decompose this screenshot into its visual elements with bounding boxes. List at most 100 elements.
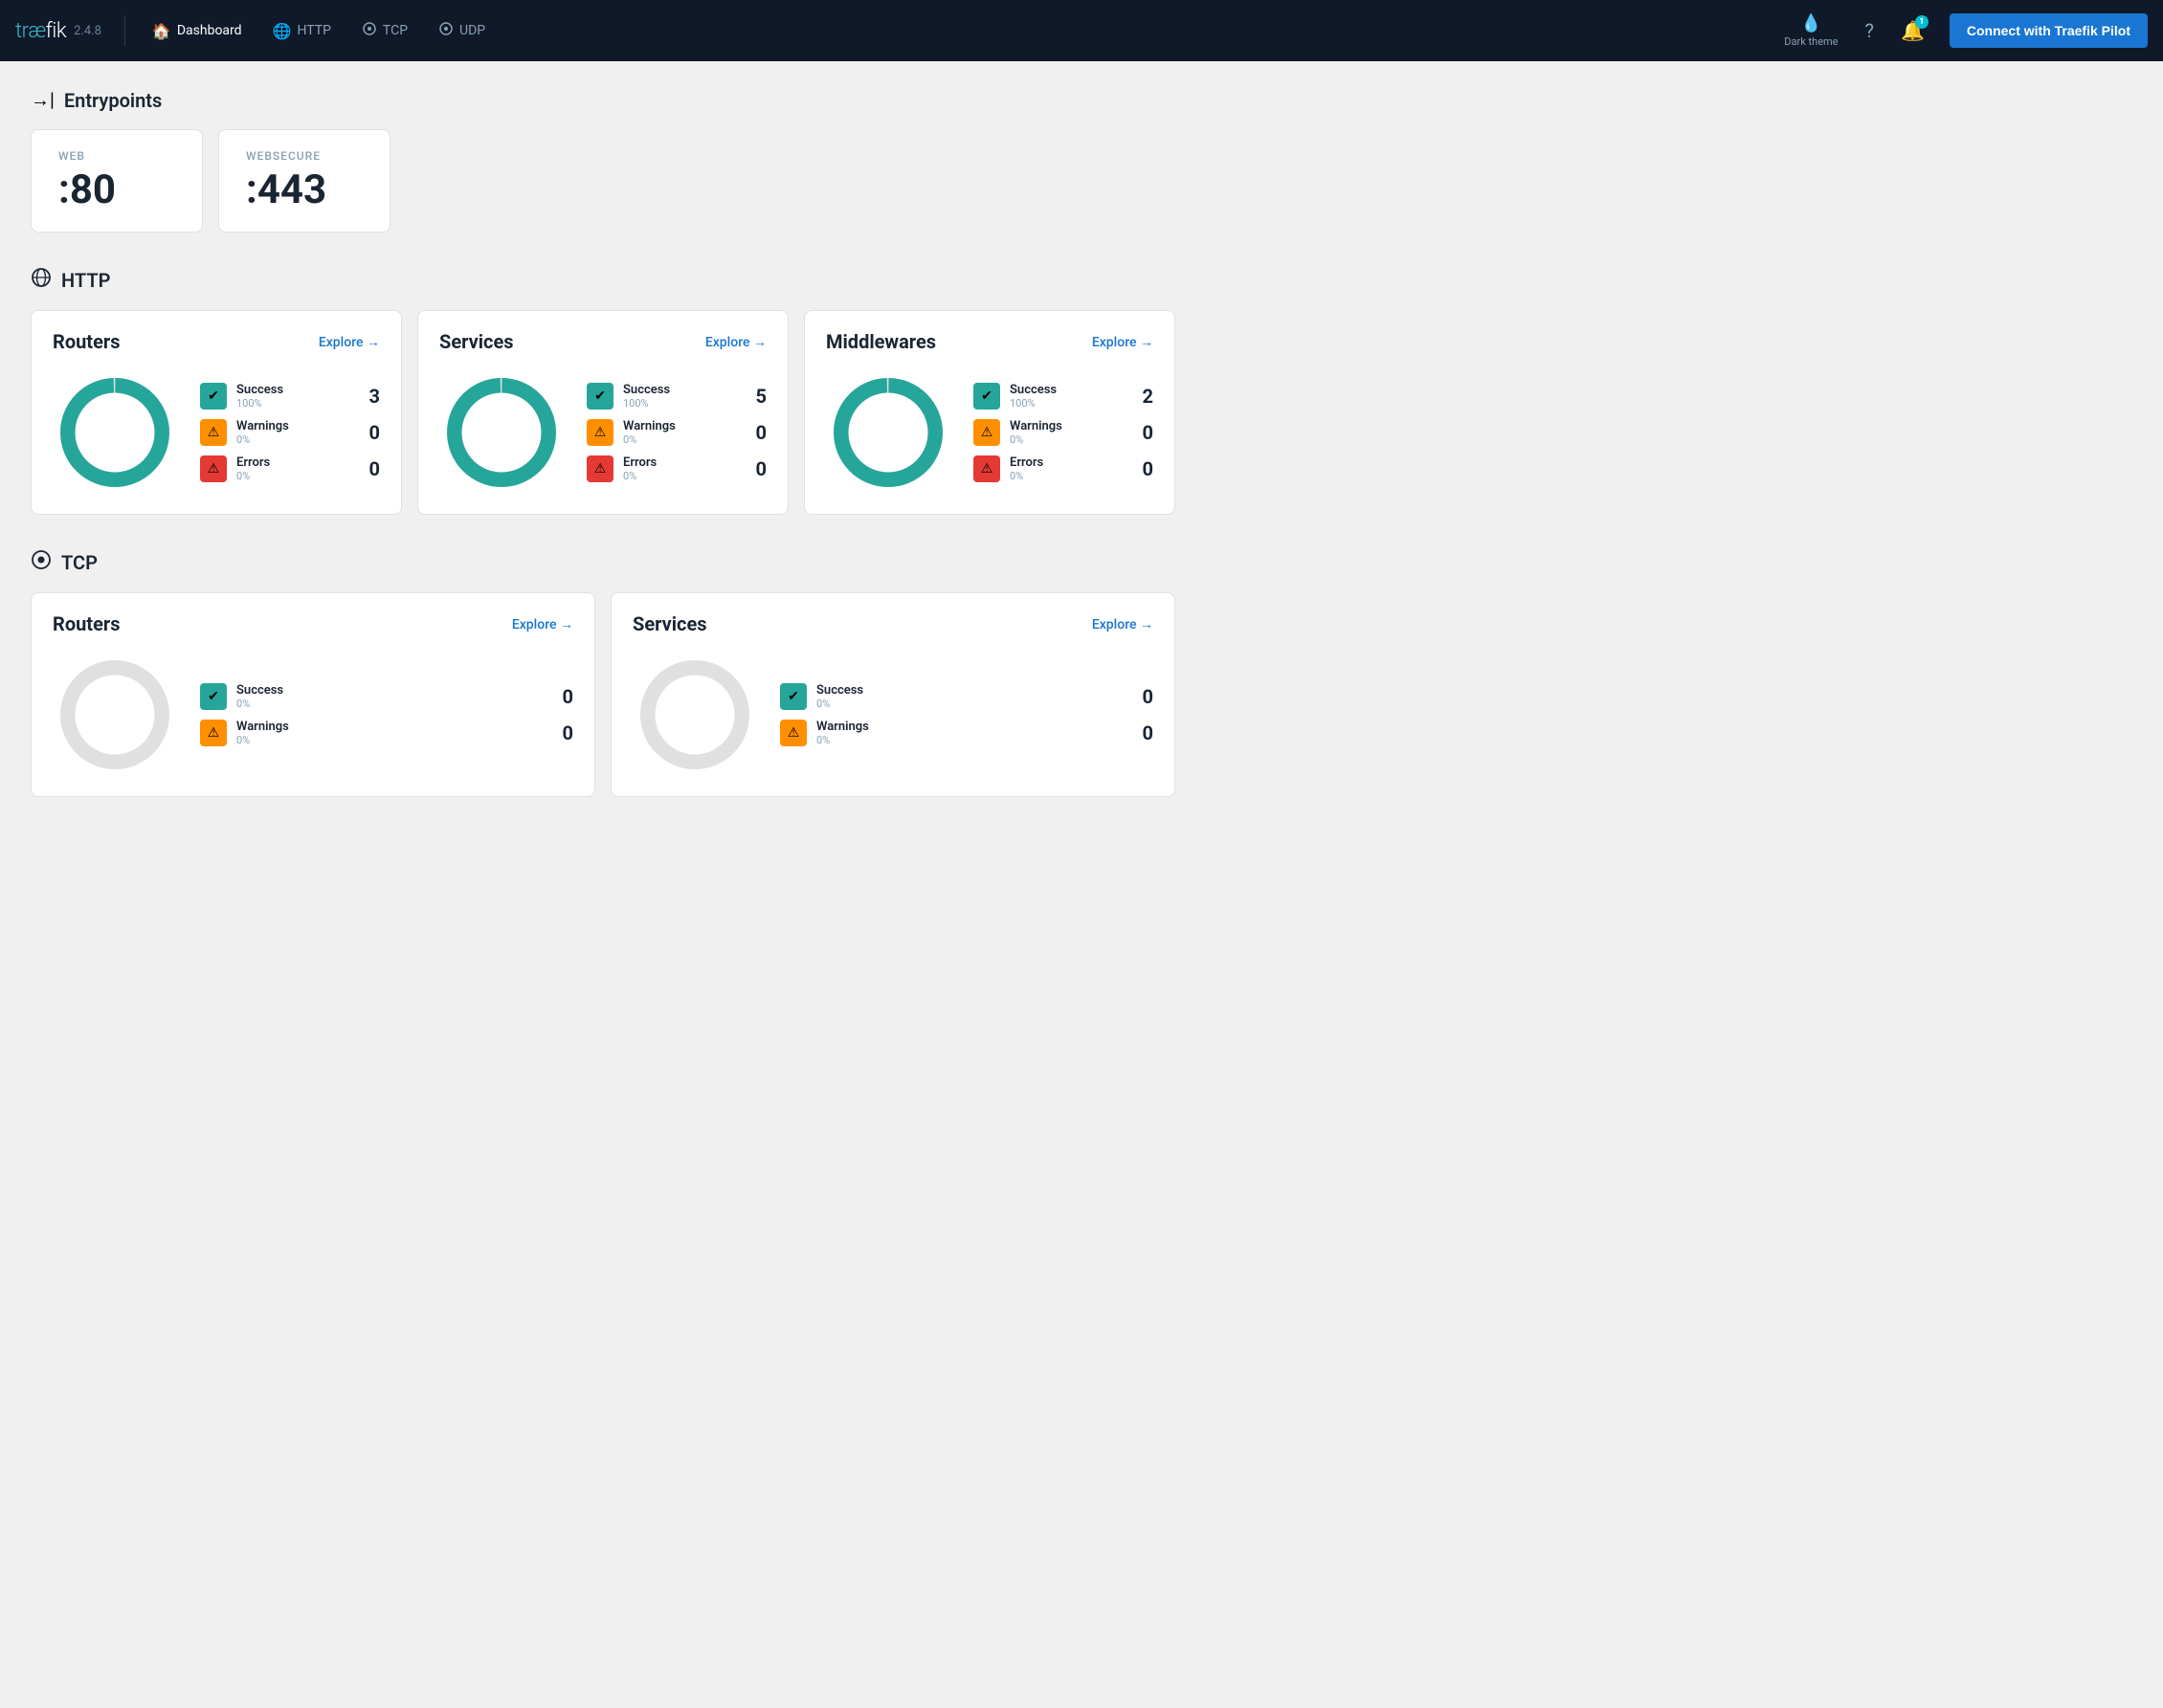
tcp-services-warnings-pct: 0% (816, 734, 1125, 746)
entrypoint-web-port: :80 (58, 168, 175, 212)
http-middlewares-warnings-label-wrap: Warnings 0% (1010, 419, 1125, 446)
tcp-services-warnings-label: Warnings (816, 720, 1125, 734)
tcp-services-title: Services (633, 612, 707, 635)
http-services-errors-row: ⚠ Errors 0% 0 (587, 455, 767, 482)
http-routers-warnings-label: Warnings (236, 419, 351, 433)
notifications-button[interactable]: 🔔 1 (1891, 13, 1934, 48)
udp-icon (438, 21, 454, 40)
http-routers-explore[interactable]: Explore → (319, 334, 380, 350)
http-middlewares-success-count: 2 (1134, 385, 1153, 408)
tcp-routers-success-pct: 0% (236, 698, 545, 710)
http-routers-errors-label: Errors (236, 455, 351, 470)
http-services-success-count: 5 (747, 385, 767, 408)
main-content: →| Entrypoints WEB :80 WEBSECURE :443 HT… (0, 61, 1206, 858)
water-drop-icon: 💧 (1800, 13, 1821, 33)
http-cards-row: Routers Explore → ✔ Success 100% (31, 310, 1175, 515)
http-section-icon (31, 267, 52, 293)
success-icon: ✔ (973, 383, 1000, 410)
http-services-card: Services Explore → ✔ Success 100% (417, 310, 789, 515)
http-middlewares-warnings-label: Warnings (1010, 419, 1125, 433)
success-icon: ✔ (200, 683, 227, 710)
http-middlewares-warnings-pct: 0% (1010, 433, 1125, 446)
entrypoints-section-header: →| Entrypoints (31, 88, 1175, 112)
tcp-services-header: Services Explore → (633, 612, 1153, 635)
home-icon: 🏠 (152, 22, 171, 40)
nav-item-tcp[interactable]: TCP (350, 13, 419, 48)
nav-item-dashboard[interactable]: 🏠 Dashboard (141, 14, 254, 48)
http-middlewares-title: Middlewares (826, 330, 936, 353)
tcp-icon (362, 21, 377, 40)
tcp-routers-warnings-label: Warnings (236, 720, 545, 734)
entrypoint-card-websecure[interactable]: WEBSECURE :443 (218, 129, 390, 233)
logo[interactable]: træfik 2.4.8 (15, 19, 101, 43)
http-middlewares-body: ✔ Success 100% 2 ⚠ Warnings 0% 0 (826, 370, 1153, 495)
http-middlewares-errors-label: Errors (1010, 455, 1125, 470)
tcp-routers-header: Routers Explore → (53, 612, 573, 635)
logo-prefix: træ (15, 19, 46, 43)
http-section-header: HTTP (31, 267, 1175, 293)
dark-theme-toggle[interactable]: 💧 Dark theme (1774, 8, 1847, 54)
tcp-routers-warnings-pct: 0% (236, 734, 545, 746)
error-icon: ⚠ (973, 455, 1000, 482)
tcp-cards-row: Routers Explore → ✔ Success 0% (31, 592, 1175, 797)
tcp-routers-stats: ✔ Success 0% 0 ⚠ Warnings 0% 0 (200, 683, 573, 746)
notification-badge: 1 (1915, 15, 1929, 29)
success-icon: ✔ (587, 383, 613, 410)
http-middlewares-explore[interactable]: Explore → (1092, 334, 1153, 350)
http-services-warnings-pct: 0% (623, 433, 738, 446)
http-routers-success-count: 3 (361, 385, 380, 408)
http-services-explore[interactable]: Explore → (705, 334, 767, 350)
http-services-errors-count: 0 (747, 457, 767, 480)
tcp-routers-donut (53, 653, 177, 777)
http-routers-errors-row: ⚠ Errors 0% 0 (200, 455, 380, 482)
version-label: 2.4.8 (74, 24, 101, 38)
entrypoints-icon: →| (31, 88, 55, 112)
tcp-services-success-label: Success (816, 683, 1125, 698)
nav-item-http[interactable]: 🌐 HTTP (261, 14, 343, 48)
http-middlewares-success-label-wrap: Success 100% (1010, 383, 1125, 410)
tcp-services-body: ✔ Success 0% 0 ⚠ Warnings 0% 0 (633, 653, 1153, 777)
tcp-services-stats: ✔ Success 0% 0 ⚠ Warnings 0% 0 (780, 683, 1153, 746)
tcp-services-success-label-wrap: Success 0% (816, 683, 1125, 710)
http-routers-header: Routers Explore → (53, 330, 380, 353)
http-middlewares-errors-row: ⚠ Errors 0% 0 (973, 455, 1153, 482)
tcp-services-warnings-row: ⚠ Warnings 0% 0 (780, 720, 1153, 746)
tcp-routers-success-row: ✔ Success 0% 0 (200, 683, 573, 710)
tcp-services-explore[interactable]: Explore → (1092, 616, 1153, 632)
http-routers-errors-label-wrap: Errors 0% (236, 455, 351, 482)
entrypoints-title: Entrypoints (64, 89, 162, 112)
http-routers-success-label-wrap: Success 100% (236, 383, 351, 410)
http-services-warnings-count: 0 (747, 421, 767, 444)
http-middlewares-success-pct: 100% (1010, 397, 1125, 410)
tcp-services-success-count: 0 (1134, 685, 1153, 708)
tcp-routers-card: Routers Explore → ✔ Success 0% (31, 592, 595, 797)
logo-text: træfik (15, 19, 66, 43)
entrypoint-card-web[interactable]: WEB :80 (31, 129, 203, 233)
http-middlewares-header: Middlewares Explore → (826, 330, 1153, 353)
connect-pilot-button[interactable]: Connect with Traefik Pilot (1950, 13, 2148, 48)
http-routers-success-label: Success (236, 383, 351, 397)
http-middlewares-donut (826, 370, 950, 495)
tcp-routers-title: Routers (53, 612, 120, 635)
tcp-routers-explore[interactable]: Explore → (512, 616, 573, 632)
http-services-errors-label-wrap: Errors 0% (623, 455, 738, 482)
warning-icon: ⚠ (587, 419, 613, 446)
tcp-services-warnings-label-wrap: Warnings 0% (816, 720, 1125, 746)
http-services-success-label-wrap: Success 100% (623, 383, 738, 410)
nav-item-udp[interactable]: UDP (427, 13, 497, 48)
http-section-title: HTTP (61, 269, 110, 292)
logo-suffix: fik (46, 19, 67, 43)
nav-divider (124, 15, 125, 46)
tcp-services-success-pct: 0% (816, 698, 1125, 710)
tcp-routers-warnings-count: 0 (554, 721, 573, 744)
http-routers-errors-count: 0 (361, 457, 380, 480)
nav-udp-label: UDP (459, 23, 485, 38)
help-button[interactable]: ? (1856, 13, 1884, 48)
http-services-warnings-label-wrap: Warnings 0% (623, 419, 738, 446)
warning-icon: ⚠ (200, 419, 227, 446)
http-routers-card: Routers Explore → ✔ Success 100% (31, 310, 402, 515)
http-routers-success-row: ✔ Success 100% 3 (200, 383, 380, 410)
tcp-routers-body: ✔ Success 0% 0 ⚠ Warnings 0% 0 (53, 653, 573, 777)
navbar: træfik 2.4.8 🏠 Dashboard 🌐 HTTP TCP UDP … (0, 0, 2163, 61)
tcp-services-donut (633, 653, 757, 777)
